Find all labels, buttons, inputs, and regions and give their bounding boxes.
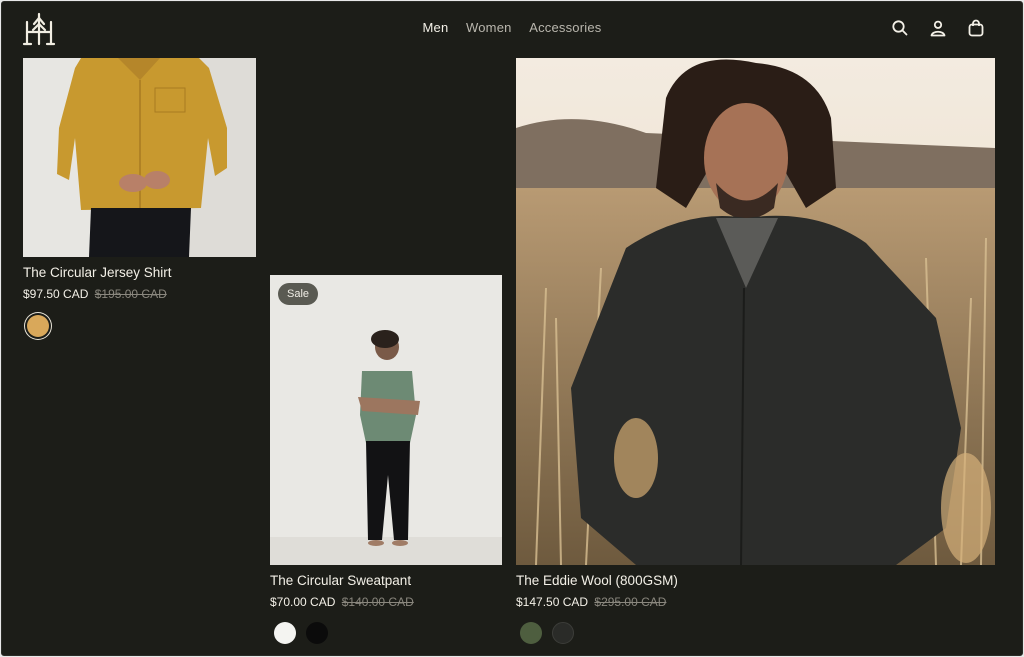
product-price-row: $97.50 CAD $195.00 CAD (23, 287, 167, 301)
compare-price: $140.00 CAD (341, 595, 414, 609)
cart-icon[interactable] (966, 18, 986, 38)
product-name[interactable]: The Circular Jersey Shirt (23, 265, 172, 280)
compare-price: $295.00 CAD (594, 595, 667, 609)
compare-price: $195.00 CAD (94, 287, 167, 301)
product-image[interactable]: Sale (270, 275, 502, 565)
product-price-row: $147.50 CAD $295.00 CAD (516, 595, 666, 609)
header-icons (890, 18, 986, 38)
product-image[interactable] (23, 58, 256, 257)
color-swatch-charcoal[interactable] (552, 622, 574, 644)
nav-men[interactable]: Men (423, 20, 449, 35)
product-image[interactable] (516, 58, 995, 565)
sale-price: $147.50 CAD (516, 595, 589, 609)
nav-women[interactable]: Women (466, 20, 512, 35)
product-name[interactable]: The Eddie Wool (800GSM) (516, 573, 678, 588)
page-frame: Men Women Accessories The Circular Jerse… (1, 1, 1023, 656)
product-price-row: $70.00 CAD $140.00 CAD (270, 595, 414, 609)
product-name[interactable]: The Circular Sweatpant (270, 573, 411, 588)
color-swatch-olive[interactable] (520, 622, 542, 644)
sale-price: $70.00 CAD (270, 595, 336, 609)
account-icon[interactable] (928, 18, 948, 38)
color-swatch-white[interactable] (274, 622, 296, 644)
color-swatch-black[interactable] (306, 622, 328, 644)
nav-accessories[interactable]: Accessories (529, 20, 601, 35)
main-nav: Men Women Accessories (2, 20, 1022, 35)
search-icon[interactable] (890, 18, 910, 38)
sale-badge: Sale (278, 283, 319, 305)
sale-price: $97.50 CAD (23, 287, 89, 301)
color-swatch-mustard[interactable] (27, 315, 49, 337)
